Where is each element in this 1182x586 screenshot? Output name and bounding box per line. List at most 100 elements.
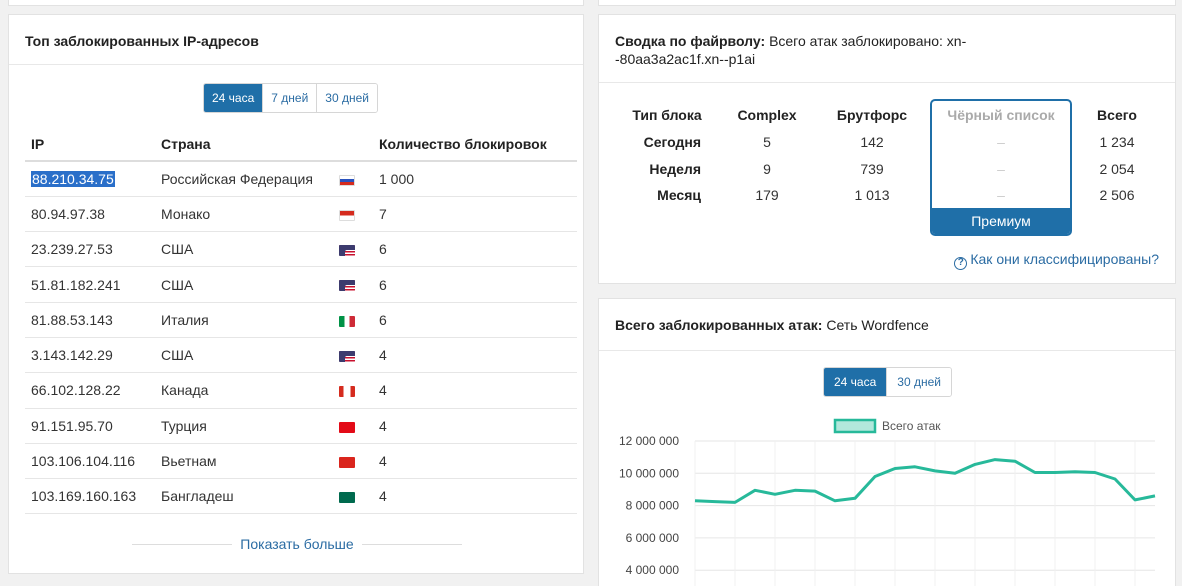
country-cell: Бангладеш — [155, 478, 333, 515]
help-link-text: Как они классифицированы? — [970, 251, 1159, 267]
flag-us-icon — [339, 350, 355, 362]
col-flag — [333, 127, 373, 162]
table-row: 80.94.97.38 Монако 7 — [25, 196, 577, 233]
count-cell: 4 — [373, 478, 577, 515]
country-cell: США — [155, 337, 333, 374]
ip-cell[interactable]: 91.151.95.70 — [25, 408, 155, 444]
tab-30d[interactable]: 30 дней — [316, 84, 377, 112]
legend-swatch[interactable] — [833, 418, 877, 434]
ip-address: 51.81.182.241 — [31, 276, 121, 293]
total-value: 2 054 — [1099, 161, 1135, 177]
firewall-title-line1: Всего атак заблокировано: xn- — [769, 33, 967, 49]
top-blocked-ips-card: Топ заблокированных IP-адресов 24 часа 7… — [8, 14, 584, 574]
country-cell: Канада — [155, 372, 333, 409]
count-cell: 4 — [373, 443, 577, 480]
country-cell: Турция — [155, 408, 333, 444]
count-cell: 1 000 — [373, 161, 577, 197]
ip-cell[interactable]: 81.88.53.143 — [25, 302, 155, 338]
count-cell: 6 — [373, 302, 577, 338]
flag-mc-icon — [339, 209, 355, 221]
divider — [361, 543, 462, 545]
top-card-left-edge — [8, 0, 584, 6]
show-more-row: Показать больше — [9, 535, 585, 553]
flag-cell — [333, 302, 373, 338]
flag-cell — [333, 478, 373, 515]
flag-us-icon — [339, 280, 355, 292]
table-row: 103.169.160.163 Бангладеш 4 — [25, 478, 577, 515]
head-blacklist: Чёрный список — [947, 107, 1055, 123]
table-row: 81.88.53.143 Италия 6 — [25, 302, 577, 338]
total-value: 2 506 — [1099, 187, 1135, 203]
ip-cell[interactable]: 3.143.142.29 — [25, 337, 155, 374]
col-count: Количество блокировок — [373, 127, 577, 162]
complex-value: 179 — [755, 187, 779, 203]
table-row: 88.210.34.75 Российская Федерация 1 000 — [25, 161, 577, 197]
firewall-summary-title: Сводка по файрволу: Всего атак заблокиро… — [599, 15, 1175, 83]
total-attacks-card: Всего заблокированных атак: Сеть Wordfen… — [598, 298, 1176, 586]
ip-address: 23.239.27.53 — [31, 241, 113, 258]
flag-cell — [333, 408, 373, 444]
summary-header-row: Тип блока Complex Брутфорс Чёрный список… — [599, 103, 1177, 129]
firewall-title-bold: Сводка по файрволу: — [615, 33, 766, 49]
row-label: Сегодня — [643, 134, 701, 150]
count-cell: 6 — [373, 231, 577, 268]
table-row: 66.102.128.22 Канада 4 — [25, 372, 577, 409]
flag-it-icon — [339, 315, 355, 327]
flag-us-icon — [339, 245, 355, 257]
ip-address: 103.106.104.116 — [31, 453, 136, 470]
summary-row: Месяц 179 1 013 – 2 506 — [599, 183, 1177, 209]
ip-address: 81.88.53.143 — [31, 311, 113, 328]
tab-7d[interactable]: 7 дней — [262, 84, 317, 112]
top-card-right-edge — [598, 0, 1176, 6]
ip-cell[interactable]: 51.81.182.241 — [25, 266, 155, 303]
ip-cell[interactable]: 23.239.27.53 — [25, 231, 155, 268]
y-tick-label: 6 000 000 — [626, 531, 680, 545]
flag-cell — [333, 231, 373, 268]
head-block-type: Тип блока — [632, 107, 702, 123]
row-label: Месяц — [657, 187, 701, 203]
count-cell: 4 — [373, 337, 577, 374]
flag-cell — [333, 337, 373, 374]
flag-ca-icon — [339, 386, 355, 398]
ip-cell[interactable]: 103.106.104.116 — [25, 443, 155, 480]
country-cell: Российская Федерация — [155, 161, 333, 197]
firewall-summary-card: Сводка по файрволу: Всего атак заблокиро… — [598, 14, 1176, 284]
flag-vn-icon — [339, 456, 355, 468]
table-header-row: IP Страна Количество блокировок — [25, 127, 577, 162]
firewall-title-line2: -80aa3a2ac1f.xn--p1ai — [615, 51, 756, 67]
country-cell: Монако — [155, 196, 333, 233]
legend-label: Всего атак — [882, 419, 941, 433]
series-line-total-attacks[interactable] — [694, 458, 1156, 504]
flag-cell — [333, 161, 373, 197]
blocked-ip-table: IP Страна Количество блокировок 88.210.3… — [25, 127, 577, 515]
table-row: 51.81.182.241 США 6 — [25, 266, 577, 303]
classification-help-link[interactable]: ? Как они классифицированы? — [954, 251, 1159, 270]
brute-value: 1 013 — [854, 187, 890, 203]
flag-cell — [333, 266, 373, 303]
count-cell: 4 — [373, 408, 577, 444]
count-cell: 6 — [373, 266, 577, 303]
head-total: Всего — [1097, 107, 1137, 123]
blacklist-value: – — [997, 187, 1005, 203]
country-cell: США — [155, 231, 333, 268]
blacklist-value: – — [997, 134, 1005, 150]
ip-cell[interactable]: 88.210.34.75 — [25, 161, 155, 197]
ip-cell[interactable]: 80.94.97.38 — [25, 196, 155, 233]
head-complex: Complex — [737, 107, 797, 123]
ip-address: 3.143.142.29 — [31, 347, 113, 364]
flag-tr-icon — [339, 421, 355, 433]
flag-cell — [333, 196, 373, 233]
show-more-link[interactable]: Показать больше — [240, 536, 353, 552]
y-tick-label: 4 000 000 — [626, 563, 680, 577]
flag-bd-icon — [339, 492, 355, 504]
ip-address: 66.102.128.22 — [31, 382, 121, 399]
country-cell: Вьетнам — [155, 443, 333, 480]
ip-cell[interactable]: 66.102.128.22 — [25, 372, 155, 409]
question-circle-icon: ? — [954, 257, 968, 270]
ip-range-tabs: 24 часа 7 дней 30 дней — [203, 83, 378, 113]
country-cell: Италия — [155, 302, 333, 338]
col-ip: IP — [25, 127, 155, 162]
ip-cell[interactable]: 103.169.160.163 — [25, 478, 155, 515]
divider — [132, 543, 233, 545]
tab-24h[interactable]: 24 часа — [204, 84, 263, 112]
